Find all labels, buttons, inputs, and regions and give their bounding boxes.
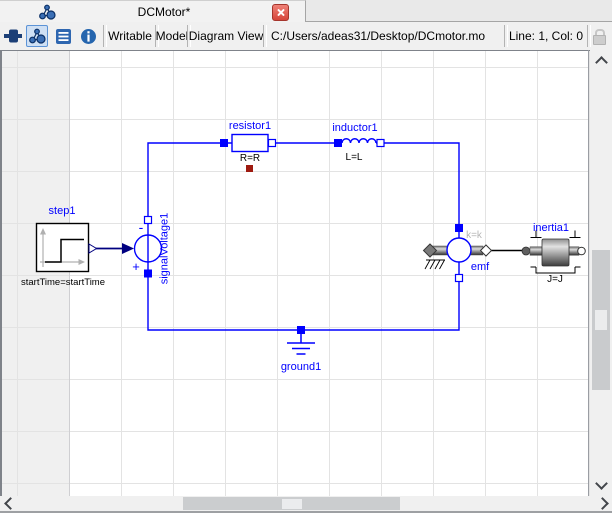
omedit-window: DCMotor* [0,0,612,513]
step1-output-connector[interactable] [89,244,97,253]
lock-icon[interactable] [592,29,606,44]
resistor1-param: R=R [240,153,260,164]
info-icon [80,28,97,45]
inductor1-pin-n[interactable] [377,140,384,147]
inductor1-label: inductor1 [332,122,377,134]
writable-status: Writable [105,22,155,50]
vertical-scrollbar[interactable] [590,50,612,496]
scroll-right-button[interactable] [594,496,610,511]
step1-label: step1 [49,205,76,217]
inertia1-label: inertia1 [533,222,569,234]
signalvoltage1-label: signalVoltage1 [159,213,171,285]
emf-param: k=k [466,230,483,241]
scroll-left-button[interactable] [2,496,18,511]
component-emf[interactable]: k=k emf [424,224,492,282]
resistor1-pin-p[interactable] [220,139,228,147]
resistor1-heatport[interactable] [246,165,253,172]
file-path-label: C:/Users/adeas31/Desktop/DCmotor.mo [265,22,504,50]
documentation-view-button[interactable] [77,25,99,47]
diagram-view-icon [28,28,46,44]
text-view-icon [55,28,72,45]
model-type-label: Model [157,22,187,50]
signalvoltage1-pin-p[interactable] [144,270,152,278]
emf-pin-p[interactable] [455,224,463,232]
ground1-label: ground1 [281,361,321,373]
resistor1-pin-n[interactable] [269,140,276,147]
toolbar-separator [587,25,591,47]
diagram-view-button[interactable] [26,25,48,47]
text-view-button[interactable] [52,25,74,47]
chevron-right-icon [596,497,609,510]
chevron-down-icon [595,477,608,490]
component-step1[interactable]: step1 startTime=startTime [21,205,105,288]
inductor1-pin-p[interactable] [334,139,342,147]
step1-param: startTime=startTime [21,277,105,288]
scroll-up-button[interactable] [593,55,609,70]
modelica-model-icon [38,4,56,20]
inductor1-param: L=L [346,152,363,163]
connection-step1-signalvoltage1[interactable] [96,243,134,254]
signalvoltage1-minus: - [139,219,144,235]
scroll-down-button[interactable] [593,476,609,491]
tab-bar: DCMotor* [0,0,612,22]
ground1-pin[interactable] [297,326,305,334]
wire-emf-signalvoltage[interactable] [148,262,459,330]
component-signalvoltage1[interactable]: - + signalVoltage1 [132,213,170,285]
inertia1-param: J=J [547,274,563,285]
chevron-left-icon [4,497,17,510]
wire-inductor-emf[interactable] [376,143,459,224]
icon-view-icon [3,26,23,46]
view-name-label: Diagram View [189,22,263,50]
icon-view-button[interactable] [2,25,24,47]
chevron-up-icon [595,56,608,69]
signal-arrow-icon [122,243,134,254]
tab-dcmotor[interactable]: DCMotor* [0,0,306,23]
inertia1-flange-b[interactable] [578,247,586,255]
scrollbar-grip [282,499,302,509]
horizontal-scrollbar-thumb[interactable] [183,497,400,510]
signalvoltage1-pin-n[interactable] [145,217,152,224]
component-inertia1[interactable]: inertia1 J=J [522,222,585,285]
inertia1-flange-a[interactable] [522,247,530,255]
diagram-layer: step1 startTime=startTime - + signalVolt… [0,50,590,496]
signalvoltage1-plus: + [132,259,140,274]
emf-support-hatching [425,260,445,269]
cursor-position-label: Line: 1, Col: 0 [506,22,586,50]
resistor1-label: resistor1 [229,120,271,132]
component-resistor1[interactable]: resistor1 R=R [220,120,276,172]
component-ground1[interactable]: ground1 [281,326,321,373]
component-inductor1[interactable]: inductor1 L=L [332,122,384,163]
tab-title: DCMotor* [56,5,272,19]
scrollbar-grip [595,310,607,330]
emf-label: emf [471,261,490,273]
close-icon[interactable] [272,4,289,21]
view-toolbar: Writable Model Diagram View C:/Users/ade… [0,22,612,50]
emf-pin-n[interactable] [456,275,463,282]
horizontal-scrollbar[interactable] [0,496,612,511]
vertical-scrollbar-thumb[interactable] [592,250,610,390]
